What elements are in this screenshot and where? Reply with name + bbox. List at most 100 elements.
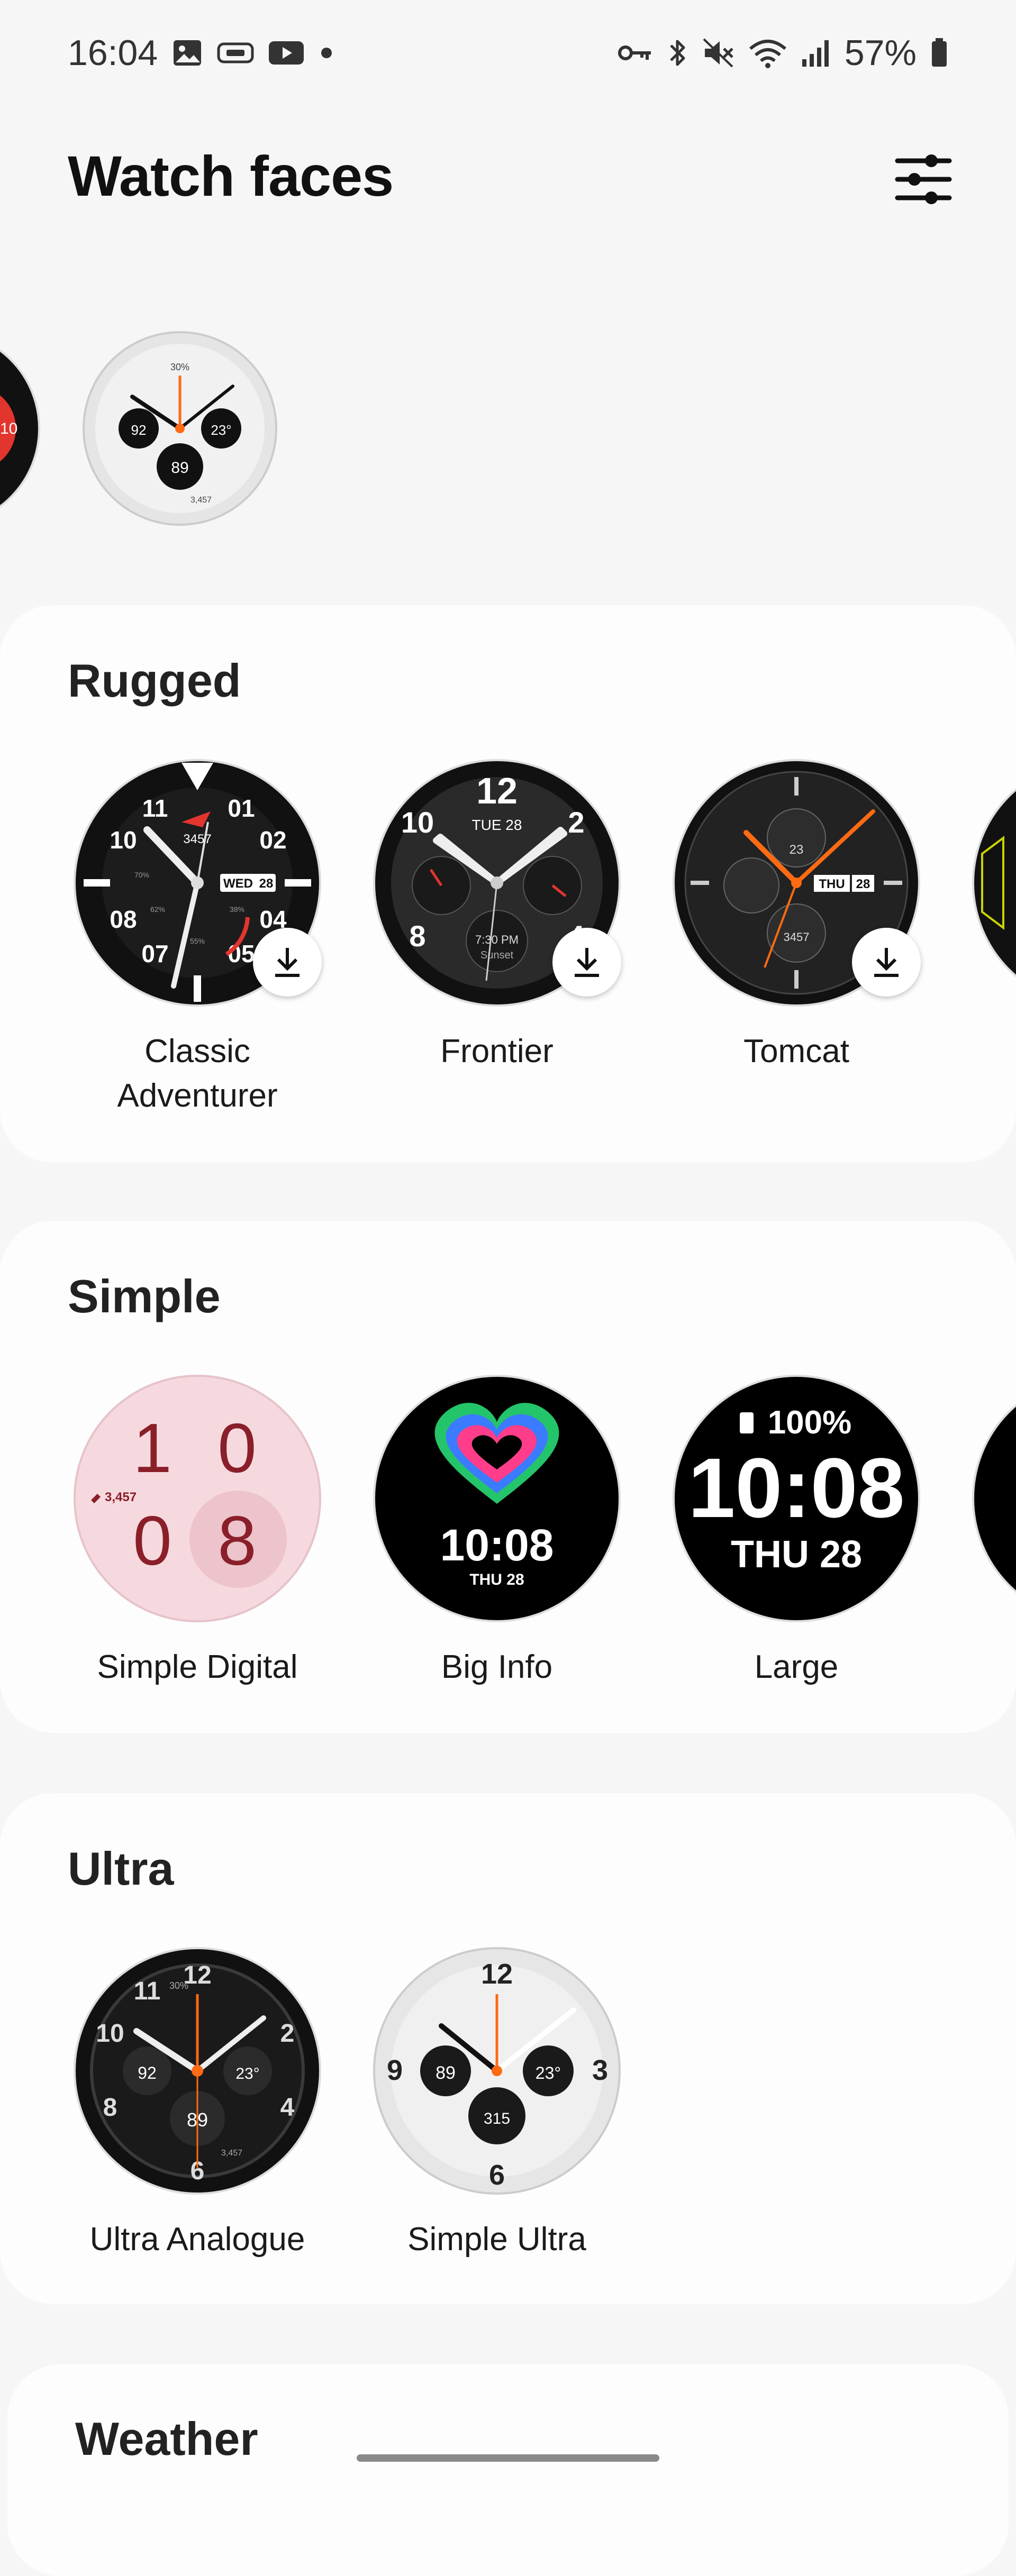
recent-face-red[interactable]: 10 <box>0 328 42 529</box>
youtube-icon <box>268 39 305 67</box>
complication-value: 3,457 <box>221 2149 242 2158</box>
complication-value: 23° <box>536 2063 561 2082</box>
header: Watch faces <box>0 122 1016 238</box>
dial-numeral: 2 <box>568 806 584 839</box>
date-label: 28 <box>856 877 870 891</box>
signal-icon <box>801 38 831 68</box>
dial-numeral: 8 <box>103 2094 117 2122</box>
vpn-key-icon <box>617 42 653 63</box>
date-label: 28 <box>259 876 274 891</box>
dial-small-label: 38% <box>230 905 244 914</box>
gallery-icon <box>171 38 203 68</box>
filter-button[interactable] <box>889 145 958 214</box>
dial-numeral: 4 <box>280 2094 295 2122</box>
dial-numeral: 9 <box>387 2054 403 2086</box>
dial-small-label: 62% <box>150 905 165 914</box>
dial-numeral: 08 <box>110 906 137 933</box>
section-simple: Simple 1 0 0 8 3,457 Simple Digital 10:0… <box>0 1221 1016 1733</box>
status-bar: 16:04 57% <box>0 0 1016 106</box>
sunset-time: 7:30 PM <box>475 933 519 946</box>
section-ultra: Ultra 12 10 11 2 8 4 6 92 23° 89 30% 3,4… <box>0 1793 1016 2304</box>
complication-value: 92 <box>138 2063 157 2082</box>
watch-face-simple-ultra[interactable]: 12 9 3 6 89 23° 315 Simple Ultra <box>373 1947 621 2262</box>
video-chip-icon <box>217 41 254 65</box>
status-time: 16:04 <box>68 33 158 73</box>
complication-value: 30% <box>170 362 189 372</box>
download-icon <box>575 948 599 977</box>
dial-numeral: 8 <box>409 919 425 953</box>
minute-digit: 8 <box>217 1502 256 1579</box>
watch-face-simple-digital[interactable]: 1 0 0 8 3,457 Simple Digital <box>73 1374 322 1689</box>
date-label: TUE 28 <box>472 817 522 833</box>
watch-face-name: Frontier <box>440 1033 554 1070</box>
download-button[interactable] <box>552 928 621 997</box>
dial-numeral: 10 <box>96 2020 124 2048</box>
dial-numeral: 05 <box>228 940 255 967</box>
watch-face-name: Simple Digital <box>97 1649 298 1685</box>
dial-small-label: 70% <box>134 871 149 879</box>
watch-face-name: Large <box>754 1649 839 1685</box>
download-button[interactable] <box>253 928 322 997</box>
battery-percent: 57% <box>844 33 917 73</box>
step-count: 3,457 <box>105 1490 137 1504</box>
watch-face-frontier[interactable]: 12 10 2 8 4 TUE 28 7:30 PM Sunset <box>373 759 621 1074</box>
recent-faces-strip[interactable]: 10 92 23° 89 30% 3,457 <box>0 317 1016 529</box>
dial-numeral: 07 <box>141 940 168 967</box>
hour-digit: 1 <box>133 1409 171 1487</box>
step-count: 3457 <box>784 930 810 944</box>
dial-numeral: 10 <box>110 826 137 854</box>
dial-numeral: 12 <box>476 770 518 811</box>
dial-numeral: 12 <box>481 1958 513 1990</box>
dial-numeral: 2 <box>280 2020 295 2048</box>
watch-face-name: Ultra Analogue <box>89 2221 305 2258</box>
time-readout: 10:08 <box>440 1520 554 1570</box>
watch-face-dial <box>972 1404 1016 1593</box>
complication-value: 315 <box>484 2110 510 2127</box>
watch-face-big-info[interactable]: 10:08 THU 28 Big Info <box>373 1374 621 1689</box>
day-label: WED <box>223 876 253 891</box>
section-title: Simple <box>68 1270 221 1322</box>
section-title: Ultra <box>68 1842 174 1895</box>
complication-value: 3,457 <box>190 496 212 505</box>
recent-face-value: 10 <box>0 420 17 437</box>
watch-face-name: Tomcat <box>743 1033 849 1070</box>
section-weather: Weather <box>7 2364 1009 2576</box>
recent-face-ultra-white[interactable]: 92 23° 89 30% 3,457 <box>79 328 280 529</box>
date-label: THU 28 <box>469 1571 524 1588</box>
weather-temp: 23 <box>790 843 804 857</box>
watch-face-dial: 1 0 0 8 3,457 <box>74 1375 321 1622</box>
dial-numeral: 11 <box>134 1977 161 2005</box>
sunset-label: Sunset <box>480 949 514 961</box>
watch-face-name: Simple Ultra <box>407 2221 586 2258</box>
step-count: 3457 <box>183 832 211 846</box>
dial-numeral: 11 <box>142 794 168 822</box>
watch-face-ultra-analogue[interactable]: 12 10 11 2 8 4 6 92 23° 89 30% 3,457 Ult… <box>73 1947 322 2262</box>
watch-face-dial: 92 23° 89 30% 3,457 <box>83 331 277 526</box>
download-icon <box>874 948 899 977</box>
complication-value: 23° <box>211 422 231 438</box>
dial-small-label: 55% <box>190 937 205 945</box>
day-label: THU <box>819 877 845 891</box>
dot-icon <box>319 45 334 61</box>
watch-face-tomcat[interactable]: 23 THU 28 3457 Tomcat <box>672 759 921 1074</box>
watch-face-classic-adventurer[interactable]: 11 01 10 02 08 04 07 05 3457 WED 28 70% … <box>73 759 322 1118</box>
watch-face-partial[interactable] <box>972 759 1016 1010</box>
watch-face-dial <box>972 788 1016 978</box>
hour-digit: 0 <box>217 1409 256 1487</box>
battery-icon <box>930 37 948 69</box>
watch-face-partial[interactable] <box>972 1374 1016 1625</box>
download-button[interactable] <box>852 928 921 997</box>
watch-face-large[interactable]: 100% 10:08 THU 28 Large <box>672 1374 921 1689</box>
home-indicator[interactable] <box>357 2454 659 2462</box>
sliders-icon <box>895 154 952 204</box>
section-title: Weather <box>75 2413 258 2465</box>
time-readout: 10:08 <box>688 1440 904 1535</box>
date-label: THU 28 <box>731 1533 862 1576</box>
section-rugged: Rugged 11 01 10 02 08 04 07 05 3457 WED … <box>0 605 1016 1163</box>
complication-value: 89 <box>436 2063 456 2083</box>
battery-level: 100% <box>768 1404 852 1441</box>
minute-digit: 0 <box>133 1502 171 1579</box>
wifi-icon <box>748 37 787 69</box>
watch-face-name: Classic Adventurer <box>117 1033 278 1114</box>
section-title: Rugged <box>68 654 241 707</box>
